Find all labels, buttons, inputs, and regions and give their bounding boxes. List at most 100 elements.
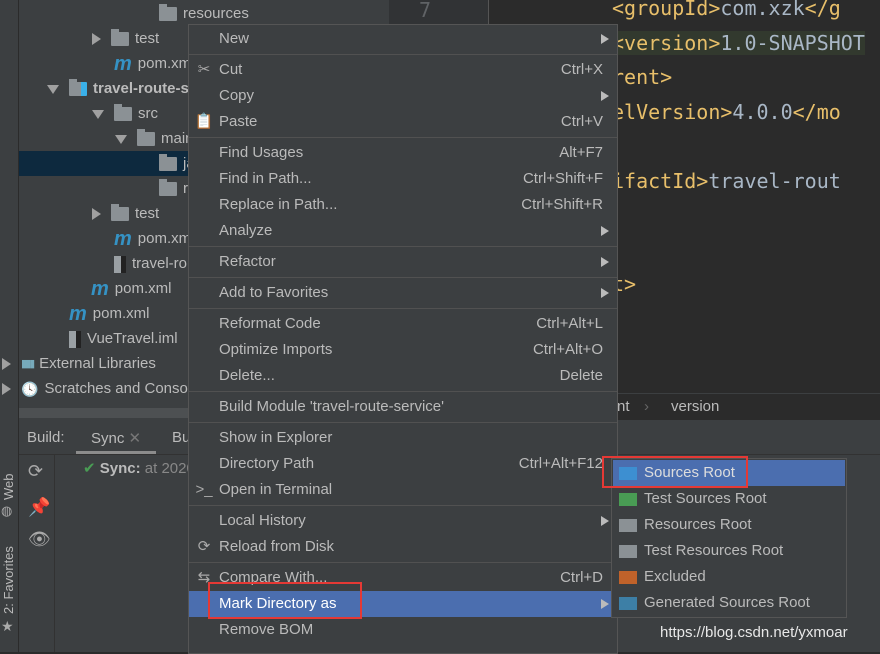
build-toolbar: ⟳ 📌 👁 <box>19 455 55 652</box>
folder-icon <box>619 571 637 584</box>
sync-tab-label: Sync <box>91 430 125 447</box>
collapsed-arrow-icon[interactable] <box>92 33 101 46</box>
code-line: ifactId>travel-rout <box>612 169 841 193</box>
tree-node-label: VueTravel.iml <box>87 330 178 347</box>
submenu-item-test-sources-root[interactable]: Test Sources Root <box>613 486 845 512</box>
menu-item-local-history[interactable]: Local History <box>189 508 617 534</box>
sync-icon[interactable]: ⟳ <box>28 461 43 482</box>
submenu-item-test-resources-root[interactable]: Test Resources Root <box>613 538 845 564</box>
tree-node[interactable]: resources <box>19 1 389 26</box>
menu-item-reformat-code[interactable]: Reformat Code Ctrl+Alt+L <box>189 311 617 337</box>
breadcrumb-item[interactable]: version <box>671 398 719 415</box>
folder-icon <box>111 204 129 222</box>
menu-item-replace-in-path[interactable]: Replace in Path... Ctrl+Shift+R <box>189 192 617 218</box>
sync-tab[interactable]: Sync ✕ <box>91 429 141 447</box>
menu-item-label: Copy <box>219 87 255 104</box>
folder-icon <box>159 179 177 197</box>
menu-item-shortcut: Alt+F7 <box>559 144 603 161</box>
collapsed-arrow-icon[interactable] <box>2 358 11 371</box>
code-close: </mo <box>792 99 841 124</box>
menu-item-label: Optimize Imports <box>219 341 333 358</box>
iml-file-icon <box>114 255 126 273</box>
menu-item-label: Directory Path <box>219 455 315 472</box>
menu-item-label: Open in Terminal <box>219 481 333 498</box>
line-number: 7 <box>419 0 432 22</box>
code-text: 4.0.0 <box>732 99 793 124</box>
tree-node-label: Scratches and Consoles <box>44 380 208 397</box>
tree-node-label: test <box>135 30 160 47</box>
favorites-tab[interactable]: 2: Favorites ★ <box>0 540 18 640</box>
menu-item-open-in-terminal[interactable]: >_ Open in Terminal <box>189 477 617 503</box>
terminal-icon: >_ <box>195 481 213 498</box>
menu-item-cut[interactable]: ✂ Cut Ctrl+X <box>189 57 617 83</box>
pin-icon[interactable]: 📌 <box>28 497 50 518</box>
menu-item-delete[interactable]: Delete... Delete <box>189 363 617 389</box>
expanded-arrow-icon[interactable] <box>92 109 104 119</box>
context-menu: New ✂ Cut Ctrl+X Copy 📋 Paste Ctrl+V Find Usages… <box>188 24 618 654</box>
menu-item-shortcut: Ctrl+Shift+F <box>522 170 603 187</box>
menu-item-label: Analyze <box>219 222 273 239</box>
star-icon: ★ <box>1 618 14 634</box>
menu-item-remove-bom[interactable]: Remove BOM <box>189 617 617 643</box>
menu-item-label: Replace in Path... <box>219 196 338 213</box>
menu-item-analyze[interactable]: Analyze <box>189 218 617 244</box>
reload-icon: ⟳ <box>197 538 211 555</box>
close-icon[interactable]: ✕ <box>129 430 142 447</box>
code-line: <groupId>com.xzk</g <box>612 0 841 20</box>
menu-separator <box>189 391 617 392</box>
menu-item-find-usages[interactable]: Find Usages Alt+F7 <box>189 140 617 166</box>
menu-item-shortcut: Ctrl+X <box>560 61 603 78</box>
submenu-item-generated-sources-root[interactable]: Generated Sources Root <box>613 590 845 616</box>
scissors-icon: ✂ <box>197 61 211 78</box>
folder-icon <box>619 545 637 558</box>
menu-item-shortcut: Ctrl+Shift+R <box>521 196 603 213</box>
web-tab[interactable]: Web ◍ <box>0 468 18 528</box>
expanded-arrow-icon[interactable] <box>115 134 127 144</box>
folder-icon <box>137 129 155 147</box>
menu-item-label: Build Module 'travel-route-service' <box>219 398 444 415</box>
menu-item-build-module-travel-route-service[interactable]: Build Module 'travel-route-service' <box>189 394 617 420</box>
web-tab-label: Web <box>1 473 16 501</box>
submenu-arrow-icon <box>601 257 609 267</box>
eye-icon[interactable]: 👁 <box>28 529 51 550</box>
menu-item-shortcut: Ctrl+Alt+L <box>536 315 603 332</box>
menu-item-new[interactable]: New <box>189 26 617 52</box>
menu-item-label: Local History <box>219 512 306 529</box>
breadcrumb-item[interactable]: nt <box>617 398 630 415</box>
collapsed-arrow-icon[interactable] <box>2 383 11 396</box>
menu-item-label: Cut <box>219 61 243 78</box>
submenu-item-resources-root[interactable]: Resources Root <box>613 512 845 538</box>
menu-item-refactor[interactable]: Refactor <box>189 249 617 275</box>
left-tool-strip: Web ◍ 2: Favorites ★ <box>0 0 19 652</box>
submenu-item-label: Test Sources Root <box>644 490 767 507</box>
code-line: elVersion>4.0.0</mo <box>612 100 841 124</box>
menu-item-optimize-imports[interactable]: Optimize Imports Ctrl+Alt+O <box>189 337 617 363</box>
annotation-box <box>602 456 748 488</box>
menu-separator <box>189 562 617 563</box>
code-tag: <version> <box>612 30 721 55</box>
menu-item-show-in-explorer[interactable]: Show in Explorer <box>189 425 617 451</box>
menu-item-copy[interactable]: Copy <box>189 83 617 109</box>
sync-status-row[interactable]: ✔ Sync: at 2020 <box>83 459 195 477</box>
annotation-box <box>208 582 362 619</box>
check-icon: ✔ <box>83 460 96 477</box>
menu-item-shortcut: Ctrl+Alt+F12 <box>518 455 603 472</box>
submenu-item-excluded[interactable]: Excluded <box>613 564 845 590</box>
folder-icon <box>619 493 637 506</box>
menu-item-reload-from-disk[interactable]: ⟳ Reload from Disk <box>189 534 617 560</box>
submenu-arrow-icon <box>601 226 609 236</box>
menu-separator <box>189 308 617 309</box>
expanded-arrow-icon[interactable] <box>47 84 59 94</box>
collapsed-arrow-icon[interactable] <box>92 208 101 221</box>
code-line: <version>1.0-SNAPSHOT <box>612 30 865 55</box>
menu-item-find-in-path[interactable]: Find in Path... Ctrl+Shift+F <box>189 166 617 192</box>
menu-separator <box>189 505 617 506</box>
menu-item-directory-path[interactable]: Directory Path Ctrl+Alt+F12 <box>189 451 617 477</box>
code-tag: elVersion> <box>612 99 733 124</box>
menu-item-add-to-favorites[interactable]: Add to Favorites <box>189 280 617 306</box>
menu-item-paste[interactable]: 📋 Paste Ctrl+V <box>189 109 617 135</box>
tree-node-label: pom.xml <box>114 280 172 297</box>
menu-item-label: Show in Explorer <box>219 429 333 446</box>
favorites-tab-label: 2: Favorites <box>1 546 16 614</box>
tree-node-label: pom.xml <box>137 230 195 247</box>
